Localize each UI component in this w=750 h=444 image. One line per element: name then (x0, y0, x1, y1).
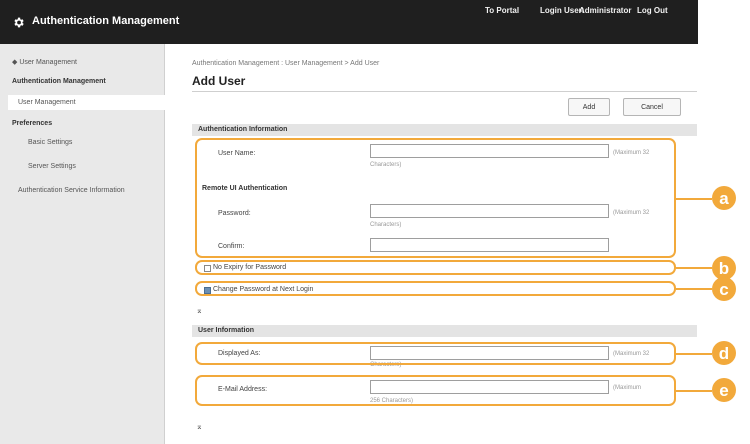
callout-marker-e: e (712, 378, 736, 402)
callout-box-c (195, 281, 676, 296)
callout-line-c (676, 288, 712, 290)
sidebar-heading-authentication-management: Authentication Management (12, 78, 106, 85)
sidebar-item-user-management[interactable]: User Management (8, 95, 165, 110)
callout-line-d (676, 353, 712, 355)
callout-box-d (195, 342, 676, 365)
callout-marker-c: c (712, 277, 736, 301)
to-portal-link[interactable]: To Portal (485, 6, 519, 15)
cancel-button[interactable]: Cancel (623, 98, 681, 116)
user-information-header: User Information (192, 325, 697, 337)
callout-box-b (195, 260, 676, 275)
callout-line-b (676, 267, 712, 269)
collapse-section-icon-2[interactable]: ⌅ (196, 422, 203, 431)
app-title: Authentication Management (32, 15, 180, 27)
sidebar-heading-preferences: Preferences (12, 120, 53, 127)
callout-line-e (676, 390, 712, 392)
login-user-label: Login User: (540, 6, 585, 15)
sidebar-item-user-management-link[interactable]: ◆ User Management (12, 58, 77, 66)
callout-box-a (195, 138, 676, 258)
collapse-section-icon[interactable]: ⌅ (196, 306, 203, 315)
login-user-value: Administrator (579, 6, 632, 15)
callout-marker-d: d (712, 341, 736, 365)
sidebar-item-label: User Management (18, 99, 76, 106)
sidebar-item-authentication-service-information[interactable]: Authentication Service Information (18, 187, 125, 194)
title-divider (192, 91, 697, 92)
add-button[interactable]: Add (568, 98, 610, 116)
logout-link[interactable]: Log Out (637, 6, 668, 15)
gear-icon (14, 17, 24, 28)
breadcrumb: Authentication Management : User Managem… (192, 60, 380, 67)
authentication-information-header: Authentication Information (192, 124, 697, 136)
page-title: Add User (192, 74, 246, 88)
callout-box-e (195, 375, 676, 406)
sidebar-item-basic-settings[interactable]: Basic Settings (28, 139, 72, 146)
sidebar-item-server-settings[interactable]: Server Settings (28, 163, 76, 170)
callout-marker-a: a (712, 186, 736, 210)
callout-line-a (676, 198, 712, 200)
